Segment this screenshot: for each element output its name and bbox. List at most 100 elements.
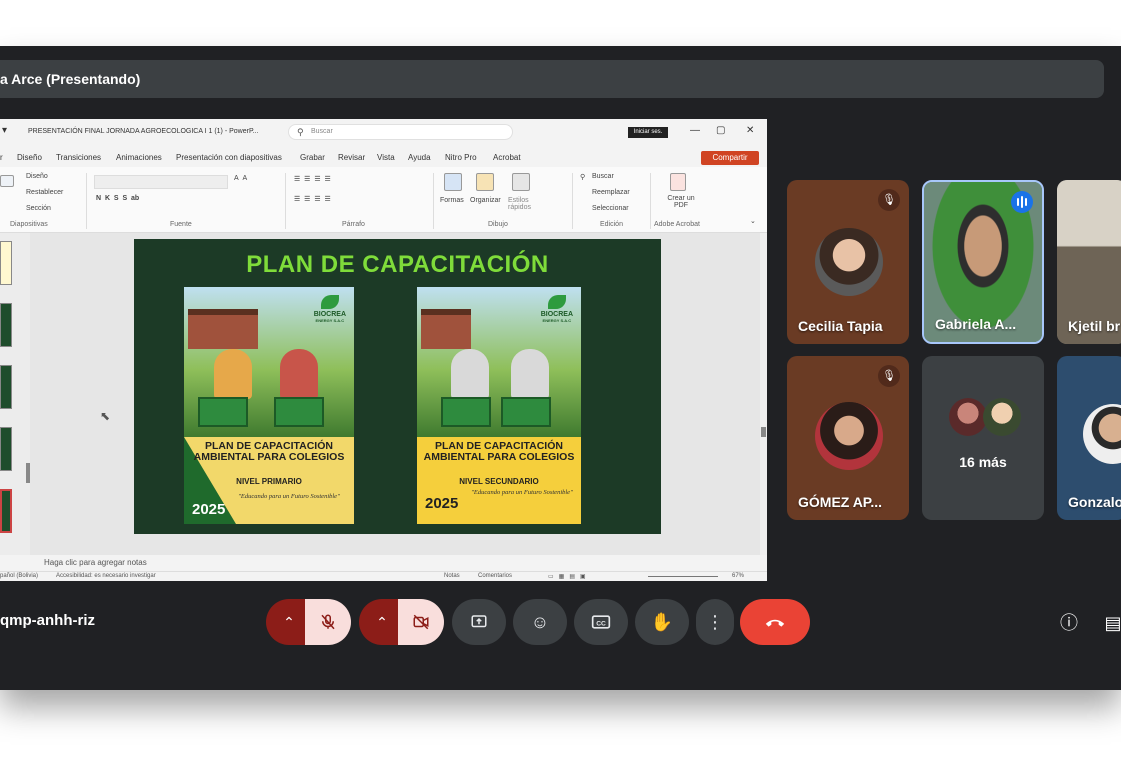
current-slide[interactable]: PLAN DE CAPACITACIÓN BIOCREA ENERGY S.A.…	[134, 239, 661, 534]
more-participants-count: 16 más	[959, 454, 1007, 470]
mic-off-icon: 🎙	[878, 365, 900, 387]
more-participants-tile[interactable]: 16 más	[922, 356, 1044, 520]
more-options-button[interactable]: ⋮	[696, 599, 734, 645]
ribbon-estilos[interactable]: Estilos rápidos	[508, 197, 536, 211]
status-zoom[interactable]: 67%	[732, 573, 744, 579]
recycle-bin-illustration	[441, 397, 491, 427]
ribbon-reemplazar[interactable]: Reemplazar	[592, 189, 630, 196]
status-comments[interactable]: Comentarios	[478, 573, 512, 579]
slide-thumbnail[interactable]	[0, 427, 12, 471]
tab-animaciones[interactable]: Animaciones	[116, 153, 162, 162]
recycle-bin-illustration	[274, 397, 324, 427]
chat-icon[interactable]: ▤	[1102, 612, 1121, 634]
more-options-icon: ⋮	[706, 612, 724, 632]
participant-tile[interactable]: Gonzalo	[1057, 356, 1121, 520]
slide-thumbnail-selected[interactable]	[0, 489, 12, 533]
minimize-icon[interactable]: —	[690, 125, 700, 136]
shared-screen-powerpoint: ▾ PRESENTACIÓN FINAL JORNADA AGROECOLOGI…	[0, 119, 767, 581]
notes-placeholder: Haga clic para agregar notas	[44, 558, 147, 567]
arrange-icon[interactable]	[476, 173, 494, 191]
status-notes[interactable]: Notas	[444, 573, 460, 579]
align-icon[interactable]: ☰ ☰ ☰ ☰	[294, 195, 331, 203]
reactions-button[interactable]: ☺	[513, 599, 567, 645]
maximize-icon[interactable]: ▢	[716, 125, 725, 136]
avatar	[949, 398, 987, 436]
svg-text:CC: CC	[596, 620, 606, 627]
participant-name: Cecilia Tapia	[798, 318, 883, 334]
font-size-icon[interactable]: A A	[234, 175, 247, 182]
new-slide-icon[interactable]	[0, 175, 14, 187]
camera-off-button[interactable]	[398, 599, 444, 645]
scroll-thumb[interactable]	[761, 427, 766, 437]
end-call-button[interactable]	[740, 599, 810, 645]
avatar	[815, 228, 883, 296]
info-icon[interactable]: ⓘ	[1058, 612, 1080, 634]
mic-off-icon	[321, 614, 335, 630]
cover-year: 2025	[192, 501, 226, 518]
tab-revisar[interactable]: Revisar	[338, 153, 365, 162]
emoji-icon: ☺	[530, 612, 550, 632]
tab-nitro-pro[interactable]: Nitro Pro	[445, 153, 477, 162]
present-button[interactable]	[452, 599, 506, 645]
zoom-slider[interactable]	[648, 576, 718, 577]
quick-styles-icon[interactable]	[512, 173, 530, 191]
ribbon-crear-pdf[interactable]: Crear un PDF	[664, 195, 698, 209]
ribbon-organizar[interactable]: Organizar	[470, 197, 501, 204]
status-accessibility[interactable]: Accesibilidad: es necesario investigar	[56, 573, 156, 579]
speaking-indicator-icon	[1011, 191, 1033, 213]
ppt-title-bar: ▾ PRESENTACIÓN FINAL JORNADA AGROECOLOGI…	[0, 119, 767, 145]
participant-tile[interactable]: Kjetil br	[1057, 180, 1121, 344]
cover-heading: PLAN DE CAPACITACIÓN AMBIENTAL PARA COLE…	[193, 440, 345, 463]
account-button[interactable]: Iniciar ses.	[628, 127, 668, 138]
raise-hand-button[interactable]: ✋	[635, 599, 689, 645]
close-icon[interactable]: ✕	[746, 125, 754, 136]
cover-tagline: "Educando para un Futuro Sostenible"	[238, 493, 340, 500]
more-participants-avatars	[949, 398, 1021, 438]
captions-button[interactable]: CC	[574, 599, 628, 645]
collapse-ribbon-icon[interactable]: ⌄	[750, 217, 756, 225]
participant-tile-speaking[interactable]: Gabriela A...	[922, 180, 1044, 344]
font-name-select[interactable]	[94, 175, 228, 189]
tab-transiciones[interactable]: Transiciones	[56, 153, 101, 162]
tab-fragment[interactable]: r	[0, 153, 3, 162]
participant-tile[interactable]: 🎙 GÓMEZ AP...	[787, 356, 909, 520]
bullets-icon[interactable]: ☰ ☰ ☰ ☰	[294, 175, 331, 183]
ribbon-buscar[interactable]: Buscar	[592, 173, 614, 180]
presenter-bar: a Arce (Presentando)	[0, 60, 1104, 98]
bold-icon[interactable]: N K S S ab	[96, 195, 139, 202]
ribbon-seleccionar[interactable]: Seleccionar	[592, 205, 629, 212]
shapes-icon[interactable]	[444, 173, 462, 191]
slide-thumbnail[interactable]	[0, 365, 12, 409]
slide-thumbnail[interactable]	[0, 303, 12, 347]
slide-thumbnail[interactable]	[0, 241, 12, 285]
tab-diseno[interactable]: Diseño	[17, 153, 42, 162]
view-normal-icon[interactable]: ▭ ▦ ▤ ▣	[548, 573, 586, 580]
ppt-search-input[interactable]: ⚲ Buscar	[288, 124, 513, 140]
group-fuente: Fuente	[170, 221, 192, 228]
child-illustration	[214, 349, 252, 399]
tab-acrobat[interactable]: Acrobat	[493, 153, 521, 162]
camera-off-icon	[413, 614, 429, 630]
participant-tile[interactable]: 🎙 Cecilia Tapia	[787, 180, 909, 344]
ribbon-formas[interactable]: Formas	[440, 197, 464, 204]
share-button[interactable]: Compartir	[701, 151, 759, 165]
ribbon-diseno[interactable]: Diseño	[26, 173, 48, 180]
meeting-code: qmp-anhh-riz	[0, 612, 95, 629]
tab-ayuda[interactable]: Ayuda	[408, 153, 431, 162]
participant-name: GÓMEZ AP...	[798, 494, 883, 510]
mic-off-button[interactable]	[305, 599, 351, 645]
ribbon-restablecer[interactable]: Restablecer	[26, 189, 63, 196]
slide-scrollbar[interactable]	[760, 233, 767, 555]
find-icon[interactable]: ⚲	[580, 173, 585, 181]
tab-vista[interactable]: Vista	[377, 153, 395, 162]
biocrea-logo: BIOCREA ENERGY S.A.C	[541, 295, 573, 323]
create-pdf-icon[interactable]	[670, 173, 686, 191]
group-acrobat: Adobe Acrobat	[654, 221, 700, 228]
ribbon-seccion[interactable]: Sección	[26, 205, 51, 212]
cover-heading: PLAN DE CAPACITACIÓN AMBIENTAL PARA COLE…	[423, 440, 575, 463]
participant-name: Gabriela A...	[935, 316, 1017, 332]
recycle-bin-illustration	[198, 397, 248, 427]
tab-grabar[interactable]: Grabar	[300, 153, 325, 162]
tab-presentacion[interactable]: Presentación con diapositivas	[176, 153, 282, 162]
group-edicion: Edición	[600, 221, 623, 228]
